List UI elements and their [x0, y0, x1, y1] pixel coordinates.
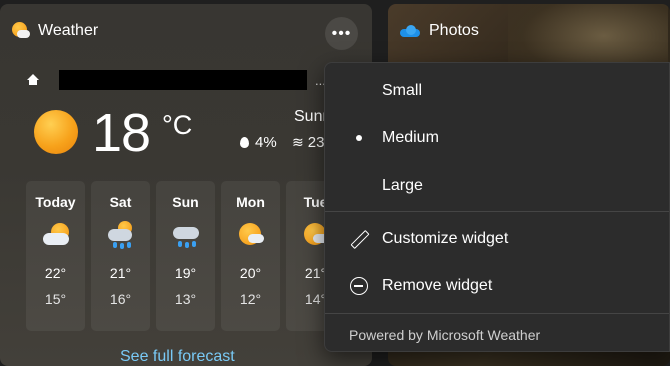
raindrop-icon: [240, 137, 249, 148]
photos-header: Photos: [400, 18, 479, 44]
menu-divider: [325, 211, 669, 212]
forecast-low: 13°: [174, 291, 197, 307]
forecast-low: 16°: [109, 291, 132, 307]
weather-app-icon: [12, 22, 30, 40]
forecast-high: 19°: [174, 265, 197, 281]
weather-title: Weather: [38, 22, 99, 39]
menu-item-medium[interactable]: Medium: [325, 118, 669, 158]
forecast-low: 12°: [239, 291, 262, 307]
menu-item-large[interactable]: Large: [325, 166, 669, 206]
weather-widget[interactable]: Weather ••• ... 18 °C Sunny 4% ≋ 23 Toda…: [0, 4, 372, 366]
remove-widget-item[interactable]: Remove widget: [325, 266, 669, 306]
menu-item-small[interactable]: Small: [325, 71, 669, 111]
widget-context-menu: Small Medium Large Customize widget Remo…: [324, 62, 670, 352]
current-temperature: 18: [92, 103, 151, 163]
forecast-day[interactable]: Sun 19° 13°: [156, 181, 215, 331]
wind-icon: ≋: [292, 134, 304, 150]
customize-widget-item[interactable]: Customize widget: [325, 219, 669, 259]
forecast-list: Today 22° 15° Sat 21° 16° Sun 19° 13° Mo…: [26, 181, 351, 331]
forecast-day[interactable]: Mon 20° 12°: [221, 181, 280, 331]
forecast-day[interactable]: Sat 21° 16°: [91, 181, 150, 331]
menu-item-label: Small: [382, 82, 423, 99]
see-full-forecast-link[interactable]: See full forecast: [120, 348, 235, 366]
forecast-high: 22°: [44, 265, 67, 281]
weather-header: Weather: [12, 18, 98, 44]
forecast-high: 21°: [304, 265, 327, 281]
forecast-low: 14°: [304, 291, 327, 307]
partly-sunny-icon: [236, 221, 266, 247]
selected-bullet-icon: [356, 135, 362, 141]
forecast-day-name: Mon: [236, 194, 265, 210]
menu-item-label: Large: [382, 177, 423, 194]
menu-item-label: Remove widget: [382, 277, 493, 294]
forecast-high: 20°: [239, 265, 262, 281]
menu-item-label: Customize widget: [382, 230, 509, 247]
home-icon: [27, 74, 39, 86]
photos-title: Photos: [429, 22, 479, 39]
sunny-icon: [34, 110, 78, 154]
redacted-location: [59, 70, 307, 90]
forecast-high: 21°: [109, 265, 132, 281]
partly-cloudy-icon: [41, 221, 71, 247]
wind-value: 23: [307, 134, 325, 151]
precipitation-value: 4%: [255, 134, 277, 151]
wind: ≋ 23: [292, 134, 324, 151]
forecast-day-name: Sun: [172, 194, 199, 210]
onedrive-cloud-icon: [400, 25, 420, 37]
menu-divider: [325, 313, 669, 314]
precipitation: 4%: [240, 134, 277, 151]
pencil-icon: [349, 229, 369, 249]
location-row[interactable]: ...: [27, 70, 326, 90]
powered-by-text: Powered by Microsoft Weather: [349, 327, 541, 343]
more-options-button[interactable]: •••: [325, 17, 358, 50]
forecast-low: 15°: [44, 291, 67, 307]
temperature-unit: °C: [162, 110, 193, 140]
rain-showers-icon: [106, 221, 136, 249]
rain-icon: [171, 221, 201, 248]
forecast-day[interactable]: Today 22° 15°: [26, 181, 85, 331]
forecast-day-name: Today: [35, 194, 76, 210]
remove-circle-icon: [349, 276, 369, 296]
menu-item-label: Medium: [382, 129, 439, 146]
forecast-day-name: Sat: [109, 194, 132, 210]
